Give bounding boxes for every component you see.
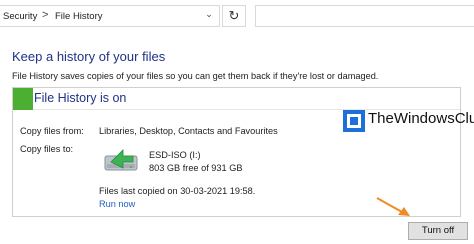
chevron-down-icon[interactable]: ⌄ xyxy=(202,9,216,23)
breadcrumb-item-security[interactable]: Security xyxy=(3,11,37,22)
page-title: Keep a history of your files xyxy=(12,49,166,64)
watermark-text: TheWindowsClub xyxy=(368,110,474,127)
chevron-right-icon[interactable]: > xyxy=(42,9,48,21)
status-text: File History is on xyxy=(34,91,127,105)
copy-to-label: Copy files to: xyxy=(20,144,74,154)
copy-from-value: Libraries, Desktop, Contacts and Favouri… xyxy=(99,126,278,136)
drive-icon xyxy=(104,149,138,171)
page-description: File History saves copies of your files … xyxy=(12,71,379,81)
drive-name: ESD-ISO (I:) xyxy=(149,150,201,160)
search-input[interactable] xyxy=(255,5,474,27)
turn-off-button[interactable]: Turn off xyxy=(408,222,468,240)
drive-free-space: 803 GB free of 931 GB xyxy=(149,163,243,173)
last-copied-text: Files last copied on 30-03-2021 19:58. xyxy=(99,186,256,196)
refresh-icon[interactable]: ↻ xyxy=(222,5,246,27)
run-now-link[interactable]: Run now xyxy=(99,199,135,209)
status-header: File History is on xyxy=(13,88,460,110)
status-indicator xyxy=(13,88,33,110)
breadcrumb-item-file-history[interactable]: File History xyxy=(55,11,103,22)
copy-from-label: Copy files from: xyxy=(20,126,84,136)
breadcrumb[interactable]: Security > File History ⌄ xyxy=(0,5,220,27)
annotation-arrow-icon xyxy=(376,197,410,216)
windowsclub-logo-icon xyxy=(343,110,365,132)
address-bar: Security > File History ⌄ ↻ xyxy=(0,0,474,36)
